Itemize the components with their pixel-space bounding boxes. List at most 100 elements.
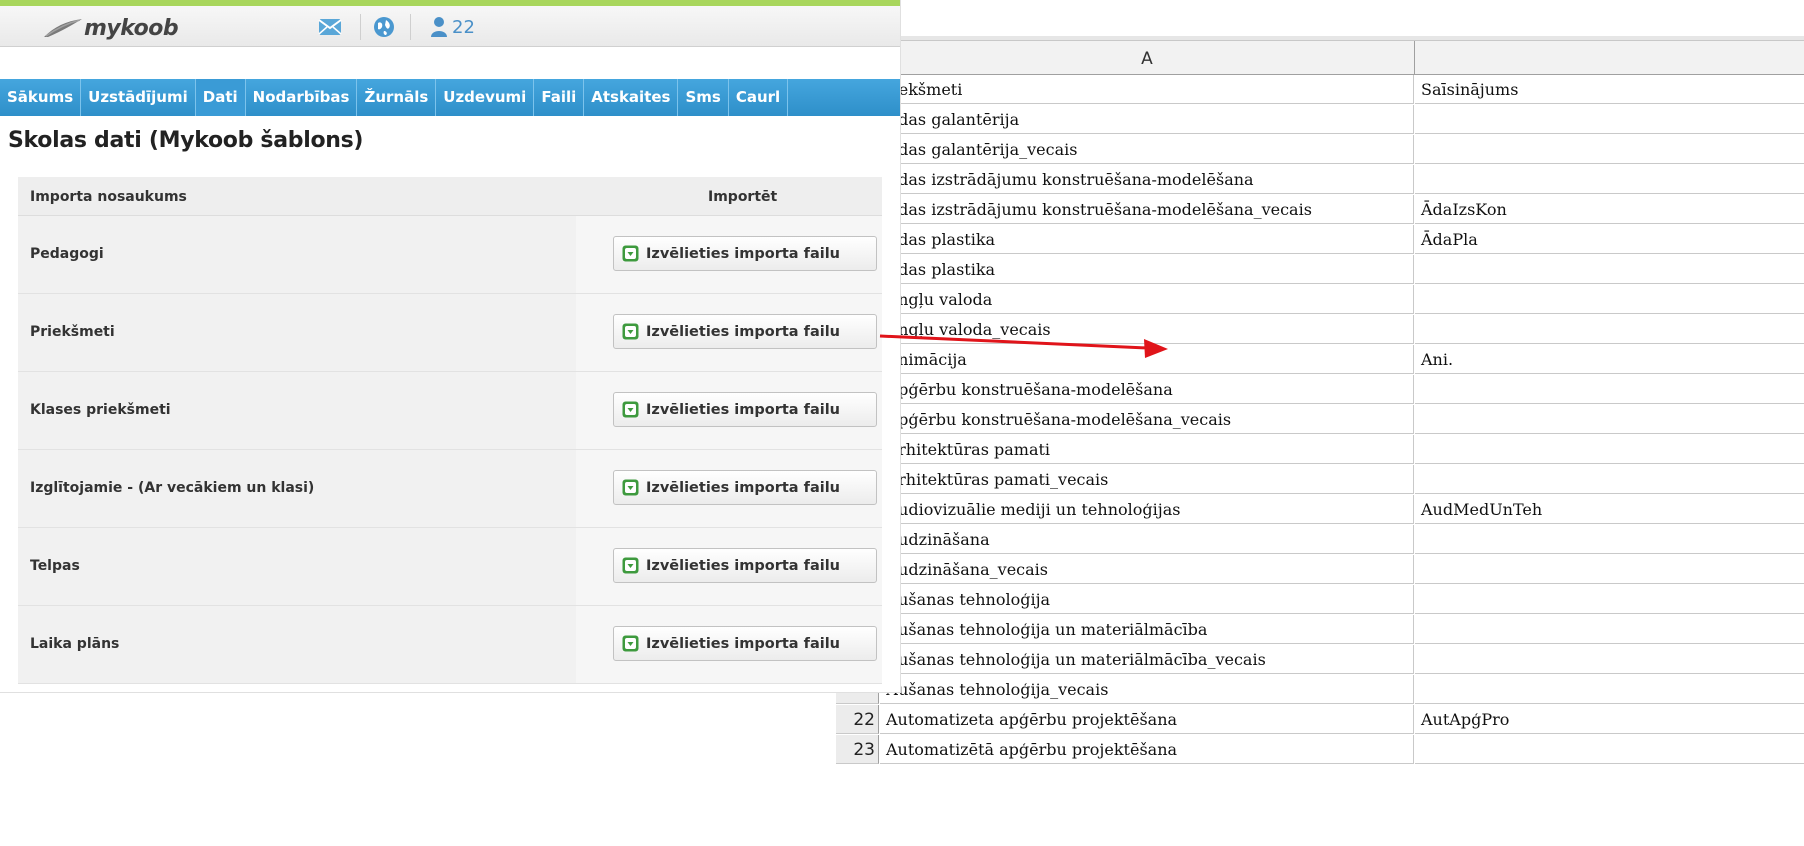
cell-b[interactable] — [1415, 615, 1804, 644]
column-header-b[interactable] — [1415, 41, 1804, 74]
import-row: Priekšmeti Izvēlieties importa failu — [18, 294, 882, 372]
choose-import-file-button[interactable]: Izvēlieties importa failu — [613, 548, 877, 583]
nav-item-dati[interactable]: Dati — [195, 79, 246, 116]
nav-item-caurl[interactable]: Caurl — [729, 79, 789, 116]
sheet-row: Аudzināšana — [836, 525, 1804, 555]
nav-item-atskaites[interactable]: Atskaites — [584, 79, 679, 116]
cell-a[interactable]: Аrhitektūras pamati_vecais — [880, 465, 1414, 494]
cell-a[interactable]: Аudiovizuālie mediji un tehnoloģijas — [880, 495, 1414, 524]
cell-b[interactable] — [1415, 405, 1804, 434]
cell-b[interactable] — [1415, 315, 1804, 344]
nav-item-sakums[interactable]: Sākums — [0, 79, 82, 116]
cell-b[interactable] — [1415, 525, 1804, 554]
globe-button[interactable] — [373, 16, 395, 38]
import-row: Pedagogi Izvēlieties importa failu — [18, 216, 882, 294]
cell-a[interactable]: Аudzināšana — [880, 525, 1414, 554]
cell-b[interactable] — [1415, 465, 1804, 494]
cell-a[interactable]: riekšmeti — [880, 75, 1414, 104]
sheet-row: 22 Automatizeta apģērbu projektēšana AutAp… — [836, 705, 1804, 735]
nav-item-nodarbibas[interactable]: Nodarbības — [246, 79, 358, 116]
cell-a[interactable]: Аušanas tehnoloģija un materiālmācība — [880, 615, 1414, 644]
sheet-row: Аušanas tehnoloģija_vecais — [836, 675, 1804, 705]
cell-a[interactable]: Аdas izstrādājumu konstruēšana-modelēšan… — [880, 195, 1414, 224]
cell-a[interactable]: Аudzināšana_vecais — [880, 555, 1414, 584]
cell-a[interactable]: Аngļu valoda — [880, 285, 1414, 314]
choose-import-file-label: Izvēlieties importa failu — [646, 479, 841, 496]
choose-import-file-label: Izvēlieties importa failu — [646, 557, 841, 574]
cell-b[interactable] — [1415, 585, 1804, 614]
users-button[interactable]: 22 — [430, 16, 475, 38]
choose-import-file-label: Izvēlieties importa failu — [646, 635, 841, 652]
cell-b[interactable]: ĀdaIzsKon — [1415, 195, 1804, 224]
cell-a[interactable]: Аušanas tehnoloģija_vecais — [880, 675, 1414, 704]
choose-import-file-button[interactable]: Izvēlieties importa failu — [613, 470, 877, 505]
nav-item-uzdevumi[interactable]: Uzdevumi — [436, 79, 535, 116]
choose-import-file-button[interactable]: Izvēlieties importa failu — [613, 626, 877, 661]
logo-text: mykoob — [84, 15, 179, 41]
choose-import-file-button[interactable]: Izvēlieties importa failu — [613, 392, 877, 427]
cell-b[interactable] — [1415, 435, 1804, 464]
cell-a[interactable]: Аngļu valoda_vecais — [880, 315, 1414, 344]
row-number[interactable]: 23 — [836, 735, 879, 764]
cell-a[interactable]: Аnimācija — [880, 345, 1414, 374]
cell-a[interactable]: Аpģērbu konstruēšana-modelēšana — [880, 375, 1414, 404]
cell-a[interactable]: Automatizētā apģērbu projektēšana — [880, 735, 1414, 764]
cell-b[interactable]: AudMedUnTeh — [1415, 495, 1804, 524]
header-separator — [360, 14, 361, 40]
cell-b[interactable] — [1415, 105, 1804, 134]
cell-b[interactable] — [1415, 255, 1804, 284]
cell-a[interactable]: Аpģērbu konstruēšana-modelēšana_vecais — [880, 405, 1414, 434]
sheet-row: Аušanas tehnoloģija un materiālmācība — [836, 615, 1804, 645]
cell-a[interactable]: Аušanas tehnoloģija un materiālmācība_ve… — [880, 645, 1414, 674]
cell-b[interactable]: Ani. — [1415, 345, 1804, 374]
cell-b[interactable] — [1415, 375, 1804, 404]
import-row: Laika plāns Izvēlieties importa failu — [18, 606, 882, 684]
import-icon — [622, 401, 639, 418]
cell-a[interactable]: Аdas galantērija — [880, 105, 1414, 134]
import-name: Pedagogi — [30, 246, 104, 262]
header-bar: mykoob 22 — [0, 6, 900, 47]
globe-icon — [374, 17, 394, 37]
users-icon — [431, 17, 447, 37]
cell-b[interactable] — [1415, 645, 1804, 674]
cell-a[interactable]: Аdas plastika — [880, 255, 1414, 284]
cell-a[interactable]: Аdas plastika — [880, 225, 1414, 254]
import-name: Klases priekšmeti — [30, 402, 171, 418]
nav-item-faili[interactable]: Faili — [534, 79, 585, 116]
sheet-row: riekšmeti Saīsinājums — [836, 75, 1804, 105]
cell-b[interactable] — [1415, 675, 1804, 704]
nav-item-uzstadijumi[interactable]: Uzstādījumi — [81, 79, 196, 116]
import-name: Izglītojamie - (Ar vecākiem un klasi) — [30, 480, 315, 496]
choose-import-file-button[interactable]: Izvēlieties importa failu — [613, 236, 877, 271]
cell-a[interactable]: Аrhitektūras pamati — [880, 435, 1414, 464]
cell-b[interactable] — [1415, 285, 1804, 314]
cell-b[interactable]: AutApģPro — [1415, 705, 1804, 734]
nav-item-sms[interactable]: Sms — [678, 79, 729, 116]
sheet-row: Аdas galantērija — [836, 105, 1804, 135]
page-title: Skolas dati (Mykoob šablons) — [8, 128, 364, 153]
choose-import-file-button[interactable]: Izvēlieties importa failu — [613, 314, 877, 349]
cell-a[interactable]: Аdas izstrādājumu konstruēšana-modelēšan… — [880, 165, 1414, 194]
column-header-a[interactable]: A — [880, 41, 1415, 74]
cell-b[interactable]: Saīsinājums — [1415, 75, 1804, 104]
cell-b[interactable]: ĀdaPla — [1415, 225, 1804, 254]
cell-b[interactable] — [1415, 135, 1804, 164]
import-table-header: Importa nosaukums Importēt — [18, 177, 882, 216]
import-table: Importa nosaukums Importēt Pedagogi Izvēl… — [18, 177, 882, 684]
cell-b[interactable] — [1415, 165, 1804, 194]
cell-a[interactable]: Аušanas tehnoloģija — [880, 585, 1414, 614]
mykoob-logo[interactable]: mykoob — [42, 15, 179, 41]
nav-item-zurnals[interactable]: Žurnāls — [357, 79, 437, 116]
cell-b[interactable] — [1415, 555, 1804, 584]
cell-a[interactable]: Automatizeta apģērbu projektēšana — [880, 705, 1414, 734]
cell-a[interactable]: Аdas galantērija_vecais — [880, 135, 1414, 164]
sheet-row: Аušanas tehnoloģija un materiālmācība_ve… — [836, 645, 1804, 675]
sheet-row: Аdas izstrādājumu konstruēšana-modelēšan… — [836, 195, 1804, 225]
import-name: Priekšmeti — [30, 324, 115, 340]
import-row: Telpas Izvēlieties importa failu — [18, 528, 882, 606]
row-number[interactable]: 22 — [836, 705, 879, 734]
cell-b[interactable] — [1415, 735, 1804, 764]
sheet-row: Аngļu valoda_vecais — [836, 315, 1804, 345]
mail-button[interactable] — [318, 16, 342, 38]
choose-import-file-label: Izvēlieties importa failu — [646, 323, 841, 340]
